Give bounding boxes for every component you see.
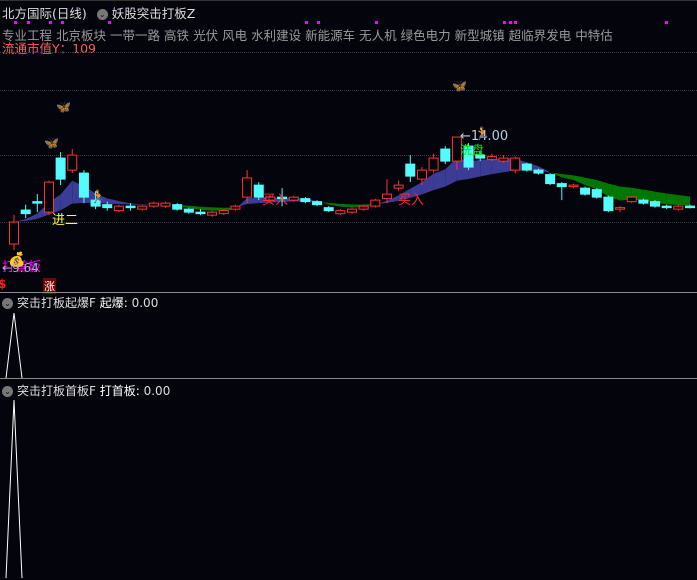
signal-spike [5, 312, 23, 379]
stock-chart-window: 北方国际(日线) ⌄ 妖股突击打板Z 专业工程 北京板块 一带一路 高铁 光伏 风电 水利建设… [0, 0, 697, 580]
signal-panels [5, 312, 23, 579]
signal-spike [5, 399, 23, 579]
